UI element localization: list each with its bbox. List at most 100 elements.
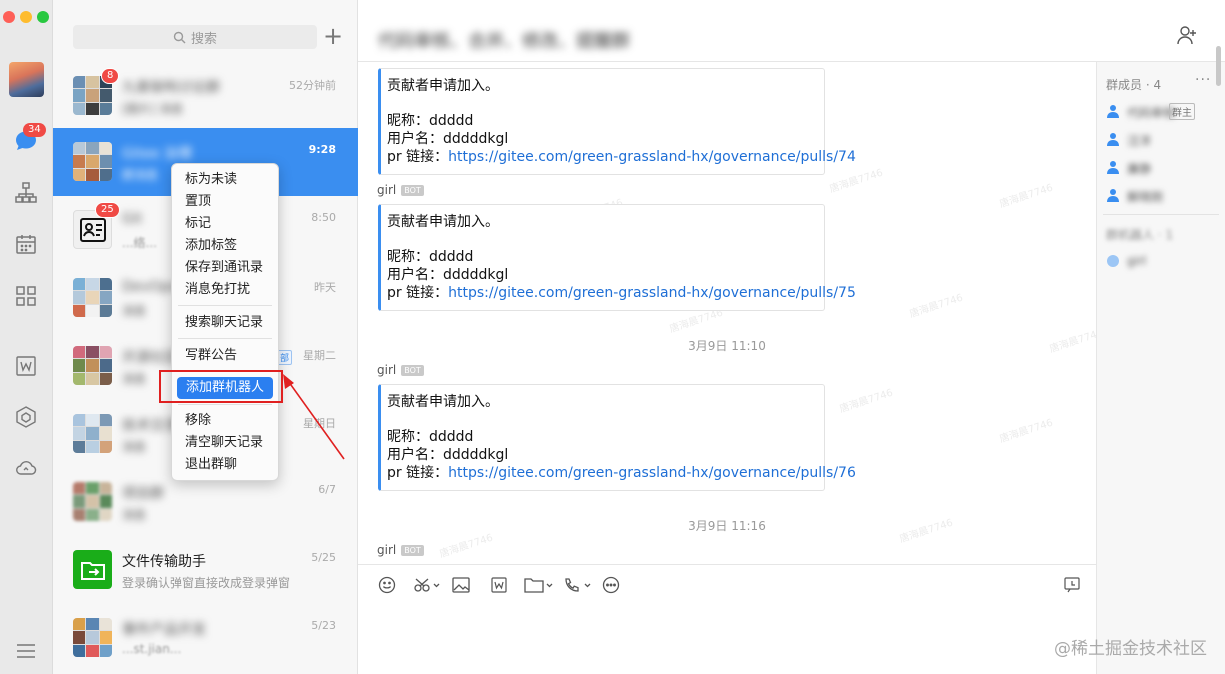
menu-item-mark-unread[interactable]: 标为未读 <box>172 169 278 191</box>
image-icon[interactable] <box>450 574 472 596</box>
nick-label: 昵称： <box>387 113 429 129</box>
pr-link[interactable]: https://gitee.com/green-grassland-hx/gov… <box>448 149 856 165</box>
menu-item-add-tag[interactable]: 添加标签 <box>172 235 278 257</box>
conversation-name: 事件产品开发 <box>122 622 206 638</box>
menu-item-search-history[interactable]: 搜索聊天记录 <box>172 312 278 334</box>
conversation-item-file-transfer[interactable]: 文件传输助手 登录确认弹窗直接改成登录弹窗 5/25 <box>53 536 358 604</box>
menu-separator <box>178 404 272 405</box>
chat-history-icon[interactable] <box>1061 574 1083 596</box>
conversation-time: 5/25 <box>311 551 336 564</box>
message-headline: 贡献者申请加入。 <box>387 394 499 410</box>
members-more-button[interactable]: ··· <box>1195 72 1211 88</box>
nick-value: ddddd <box>429 429 474 445</box>
person-icon <box>1107 105 1119 118</box>
department-tag: 部 <box>277 350 293 365</box>
conversation-time: 8:50 <box>311 211 336 224</box>
conversation-item[interactable]: 8 九章架构讨论群 [图片] 消息 52分钟前 <box>53 62 358 130</box>
member-item[interactable]: 代码审核 群主 <box>1106 102 1216 122</box>
search-placeholder: 搜索 <box>190 31 217 47</box>
divider <box>1103 214 1219 215</box>
docs-icon[interactable] <box>13 353 39 379</box>
menu-separator <box>178 338 272 339</box>
conversation-time: 6/7 <box>318 483 336 496</box>
more-options-icon[interactable] <box>600 574 622 596</box>
menu-item-remove[interactable]: 移除 <box>172 410 278 432</box>
search-input[interactable]: 搜索 <box>73 25 317 49</box>
conversation-item[interactable]: 事件产品开发 ...st.jian... 5/23 <box>53 604 358 672</box>
annotation-highlight-box <box>159 370 283 403</box>
menu-item-clear-history[interactable]: 清空聊天记录 <box>172 432 278 454</box>
chat-header: 代码审核、合并、修改、提醒群 <box>358 0 1225 62</box>
group-avatar <box>73 346 112 385</box>
pr-link[interactable]: https://gitee.com/green-grassland-hx/gov… <box>448 465 856 481</box>
bot-name: girl <box>1127 254 1147 268</box>
message-composer[interactable] <box>358 564 1096 674</box>
menu-item-leave-group[interactable]: 退出群聊 <box>172 454 278 476</box>
group-avatar <box>73 414 112 453</box>
watermark-text: 唐海晨7746 <box>998 417 1055 446</box>
member-item[interactable]: 汪洋 <box>1106 130 1216 150</box>
bot-tag: BOT <box>401 545 424 556</box>
contacts-org-icon[interactable] <box>13 180 39 206</box>
new-chat-plus-button[interactable]: + <box>321 24 345 49</box>
member-name: 代码审核 <box>1127 106 1176 120</box>
menu-item-mute[interactable]: 消息免打扰 <box>172 279 278 301</box>
bot-avatar-icon <box>1107 255 1119 267</box>
menu-item-save-contacts[interactable]: 保存到通讯录 <box>172 257 278 279</box>
conversation-name: Git <box>122 211 143 227</box>
workbench-grid-icon[interactable] <box>13 283 39 309</box>
phone-icon[interactable] <box>563 574 593 596</box>
user-avatar[interactable] <box>9 62 44 97</box>
watermark-text: 唐海晨7746 <box>838 387 895 416</box>
member-name: 解晓刚 <box>1127 190 1164 204</box>
group-avatar <box>73 142 112 181</box>
conversation-name: Gitee 治理 <box>122 146 192 162</box>
add-member-icon[interactable] <box>1176 24 1200 48</box>
group-avatar <box>73 482 112 521</box>
menu-item-write-announcement[interactable]: 写群公告 <box>172 345 278 367</box>
message-area: 唐海晨7746 唐海晨7746 唐海晨7746 唐海晨7746 唐海晨7746 … <box>358 62 1096 564</box>
document-icon[interactable] <box>488 574 510 596</box>
group-members-panel: 群成员 · 4 ··· 代码审核 群主 汪洋 廉静 解晓刚 群机器人 · 1 g… <box>1096 62 1225 674</box>
conversation-time: 9:28 <box>308 143 336 156</box>
menu-separator <box>178 305 272 306</box>
conversation-time: 5/23 <box>311 619 336 632</box>
group-avatar <box>73 618 112 657</box>
bot-tag: BOT <box>401 185 424 196</box>
meeting-cloud-icon[interactable] <box>13 455 39 481</box>
sender-name: girl BOT <box>377 363 424 377</box>
pr-link-label: pr 链接： <box>387 285 449 301</box>
person-icon <box>1107 133 1119 146</box>
search-icon <box>173 31 186 43</box>
member-item[interactable]: 廉静 <box>1106 158 1216 178</box>
emoji-icon[interactable] <box>376 574 398 596</box>
member-item[interactable]: 解晓刚 <box>1106 186 1216 206</box>
person-icon <box>1107 189 1119 202</box>
screenshot-scissors-icon[interactable] <box>413 574 441 596</box>
annotation-arrow-icon <box>283 374 345 460</box>
menu-item-mark[interactable]: 标记 <box>172 213 278 235</box>
bot-tag: BOT <box>401 365 424 376</box>
menu-hamburger-icon[interactable] <box>13 638 39 664</box>
window-minimize-button[interactable] <box>20 11 32 23</box>
calendar-icon[interactable] <box>13 231 39 257</box>
username-value: dddddkgl <box>443 267 509 283</box>
window-maximize-button[interactable] <box>37 11 49 23</box>
folder-icon[interactable] <box>524 574 554 596</box>
unread-badge: 8 <box>101 68 120 84</box>
file-transfer-icon <box>73 550 112 589</box>
time-stamp: 3月9日 11:16 <box>688 519 766 533</box>
conversation-context-menu: 标为未读 置顶 标记 添加标签 保存到通讯录 消息免打扰 搜索聊天记录 写群公告… <box>171 163 279 481</box>
pr-link[interactable]: https://gitee.com/green-grassland-hx/gov… <box>448 285 856 301</box>
conversation-preview: [图片] 消息 <box>122 102 184 116</box>
members-scrollbar[interactable] <box>1216 46 1221 86</box>
bot-message-card: 贡献者申请加入。 昵称：ddddd 用户名：dddddkgl pr 链接：htt… <box>378 68 856 175</box>
conversation-name: 文件传输助手 <box>122 554 206 570</box>
member-name: 汪洋 <box>1127 134 1152 148</box>
bot-member-item[interactable]: girl <box>1106 252 1216 272</box>
window-close-button[interactable] <box>3 11 15 23</box>
menu-item-pin[interactable]: 置顶 <box>172 191 278 213</box>
drive-cube-icon[interactable] <box>13 404 39 430</box>
username-label: 用户名： <box>387 131 443 147</box>
conversation-preview: 登录确认弹窗直接改成登录弹窗 <box>122 576 291 590</box>
